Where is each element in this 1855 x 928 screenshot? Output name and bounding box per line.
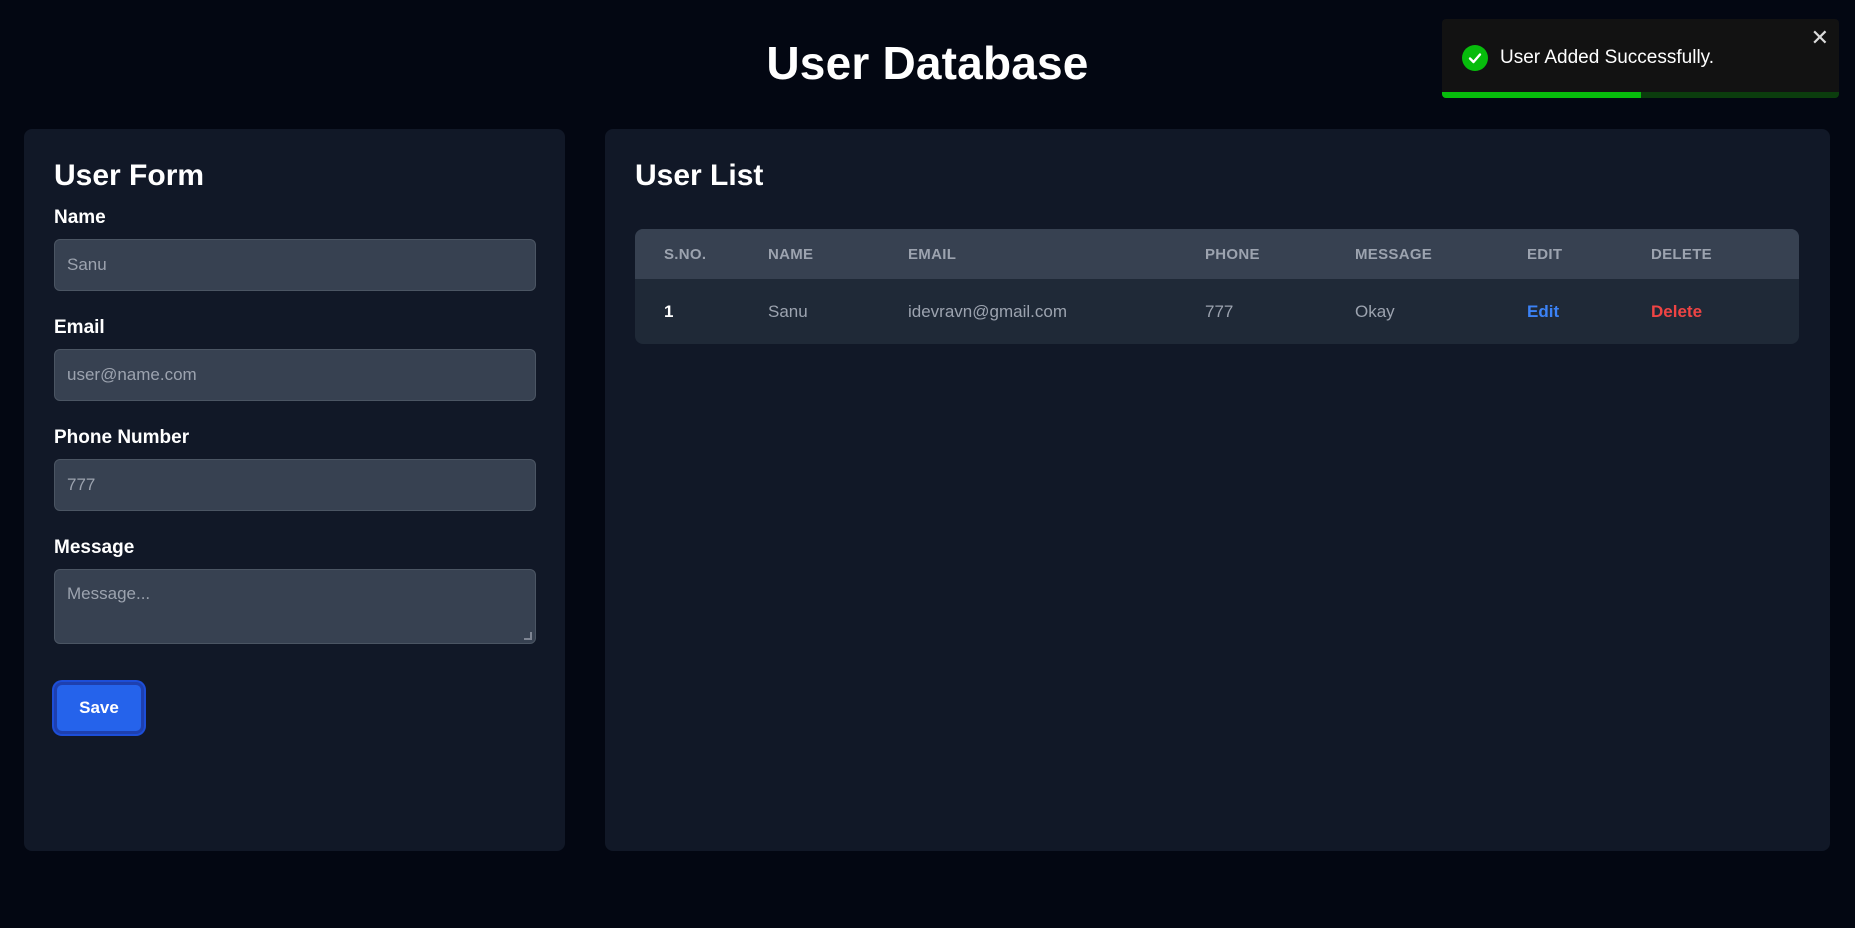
column-header-name: Name	[768, 245, 814, 263]
toast-message: User Added Successfully.	[1500, 47, 1715, 68]
list-title: User List	[635, 159, 764, 192]
phone-field-group: Phone Number 777	[54, 427, 536, 511]
name-input[interactable]: Sanu	[54, 239, 536, 291]
check-icon	[1468, 53, 1482, 64]
email-field-group: Email user@name.com	[54, 317, 536, 401]
table-header-row: S.No. Name Email Phone Message Edit Dele…	[635, 229, 1799, 279]
column-header-delete: Delete	[1651, 245, 1712, 263]
phone-input[interactable]: 777	[54, 459, 536, 511]
edit-link[interactable]: Edit	[1527, 302, 1559, 321]
resize-handle-icon[interactable]	[524, 632, 532, 640]
name-label: Name	[54, 207, 106, 228]
column-header-sno: S.No.	[664, 245, 707, 263]
page: User Database User Form Name Sanu Email …	[0, 0, 1855, 928]
toast-progress-bar	[1442, 92, 1839, 98]
save-button[interactable]: Save	[54, 682, 144, 734]
user-table: S.No. Name Email Phone Message Edit Dele…	[635, 229, 1799, 344]
column-header-edit: Edit	[1527, 245, 1563, 263]
message-label: Message	[54, 537, 135, 558]
column-header-email: Email	[908, 245, 957, 263]
toast-progress-fill	[1442, 92, 1641, 98]
cell-phone: 777	[1205, 301, 1234, 321]
message-field-group: Message Message...	[54, 537, 536, 644]
email-label: Email	[54, 317, 105, 338]
message-placeholder: Message...	[67, 584, 151, 603]
check-circle-icon	[1462, 45, 1488, 71]
form-title: User Form	[54, 159, 205, 192]
table-row: 1 Sanu idevravn@gmail.com 777 Okay Edit …	[635, 279, 1799, 344]
user-form-card: User Form Name Sanu Email user@name.com …	[24, 129, 565, 851]
cell-edit: Edit	[1527, 302, 1651, 322]
cell-sno: 1	[664, 301, 674, 321]
cell-message: Okay	[1355, 301, 1395, 321]
delete-link[interactable]: Delete	[1651, 302, 1702, 321]
message-textarea[interactable]: Message...	[54, 569, 536, 644]
cell-name: Sanu	[768, 301, 808, 321]
cell-delete: Delete	[1651, 302, 1799, 322]
cell-email: idevravn@gmail.com	[908, 301, 1067, 321]
success-toast[interactable]: User Added Successfully. ✕	[1442, 19, 1839, 98]
email-input[interactable]: user@name.com	[54, 349, 536, 401]
column-header-phone: Phone	[1205, 245, 1260, 263]
close-icon[interactable]: ✕	[1811, 25, 1829, 51]
name-field-group: Name Sanu	[54, 207, 536, 291]
phone-label: Phone Number	[54, 427, 190, 448]
column-header-message: Message	[1355, 245, 1433, 263]
user-list-card: User List S.No. Name Email Phone Message…	[605, 129, 1830, 851]
